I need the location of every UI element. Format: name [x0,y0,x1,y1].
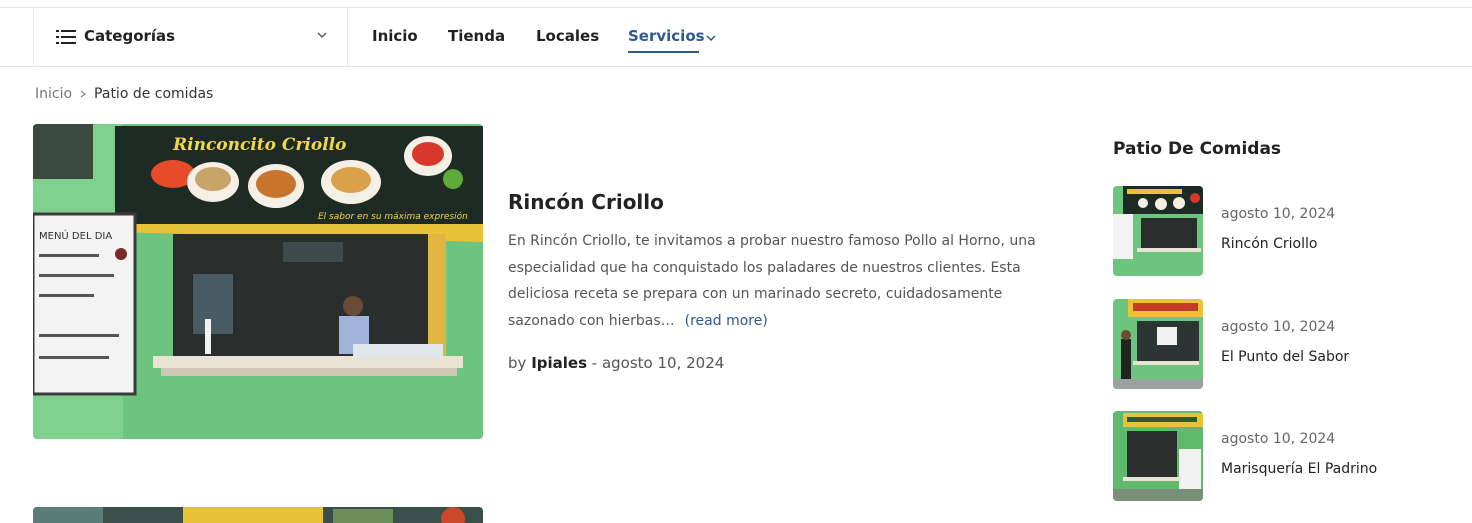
whiteboard-menu-text: MENÚ DEL DIA [39,229,112,242]
post-meta-by: by [508,354,527,372]
post-author-link[interactable]: Ipiales [531,354,587,372]
chevron-down-icon[interactable] [705,33,717,43]
sidebar-post-item[interactable]: agosto 10, 2024 Rincón Criollo [1113,186,1443,276]
sign-slogan-text: El sabor en su máxima expresión [318,211,468,222]
main-navbar: Categorías Inicio Tienda Locales Servici… [0,8,1472,67]
nav-link-inicio[interactable]: Inicio [372,27,418,45]
sidebar-title: Patio De Comidas [1113,139,1282,159]
food-stall-photo: Rinconcito Criollo El sabor en su máxima… [33,124,483,439]
sidebar-post-thumbnail[interactable] [1113,299,1203,389]
sidebar-post-date: agosto 10, 2024 [1221,319,1336,335]
thumbnail-photo [1113,299,1203,389]
chevron-down-icon [317,32,327,38]
sidebar-post-item[interactable]: agosto 10, 2024 El Punto del Sabor [1113,299,1443,389]
sidebar-post-thumbnail[interactable] [1113,186,1203,276]
breadcrumb-home-link[interactable]: Inicio [35,86,72,102]
thumbnail-photo [1113,411,1203,501]
categories-dropdown[interactable]: Categorías [33,8,348,66]
nav-link-locales[interactable]: Locales [536,27,599,45]
sidebar-post-date: agosto 10, 2024 [1221,206,1336,222]
post-meta-separator: - [587,354,602,372]
chevron-right-icon [80,90,87,98]
sidebar-post-title[interactable]: El Punto del Sabor [1221,349,1349,365]
post-excerpt-text: En Rincón Criollo, te invitamos a probar… [508,233,1036,329]
list-menu-icon [56,30,76,44]
sidebar-post-title[interactable]: Rincón Criollo [1221,236,1317,252]
post-excerpt: En Rincón Criollo, te invitamos a probar… [508,228,1038,334]
next-post-photo [33,507,483,523]
post-featured-image[interactable]: Rinconcito Criollo El sabor en su máxima… [33,124,483,439]
post-title[interactable]: Rincón Criollo [508,190,664,214]
breadcrumb: Inicio Patio de comidas [35,86,213,102]
next-post-featured-image[interactable] [33,507,483,523]
sidebar-post-thumbnail[interactable] [1113,411,1203,501]
post-meta: by Ipiales - agosto 10, 2024 [508,354,724,372]
nav-link-servicios[interactable]: Servicios [628,27,705,45]
nav-link-tienda[interactable]: Tienda [448,27,505,45]
sign-title-text: Rinconcito Criollo [172,135,346,155]
active-nav-underline [628,51,699,53]
sidebar-post-item[interactable]: agosto 10, 2024 Marisquería El Padrino [1113,411,1443,501]
read-more-link[interactable]: (read more) [685,313,768,329]
sidebar-post-date: agosto 10, 2024 [1221,431,1336,447]
sidebar-post-title[interactable]: Marisquería El Padrino [1221,461,1377,477]
thumbnail-photo [1113,186,1203,276]
categories-label: Categorías [84,27,176,45]
post-date: agosto 10, 2024 [601,354,725,372]
breadcrumb-current: Patio de comidas [94,86,214,102]
